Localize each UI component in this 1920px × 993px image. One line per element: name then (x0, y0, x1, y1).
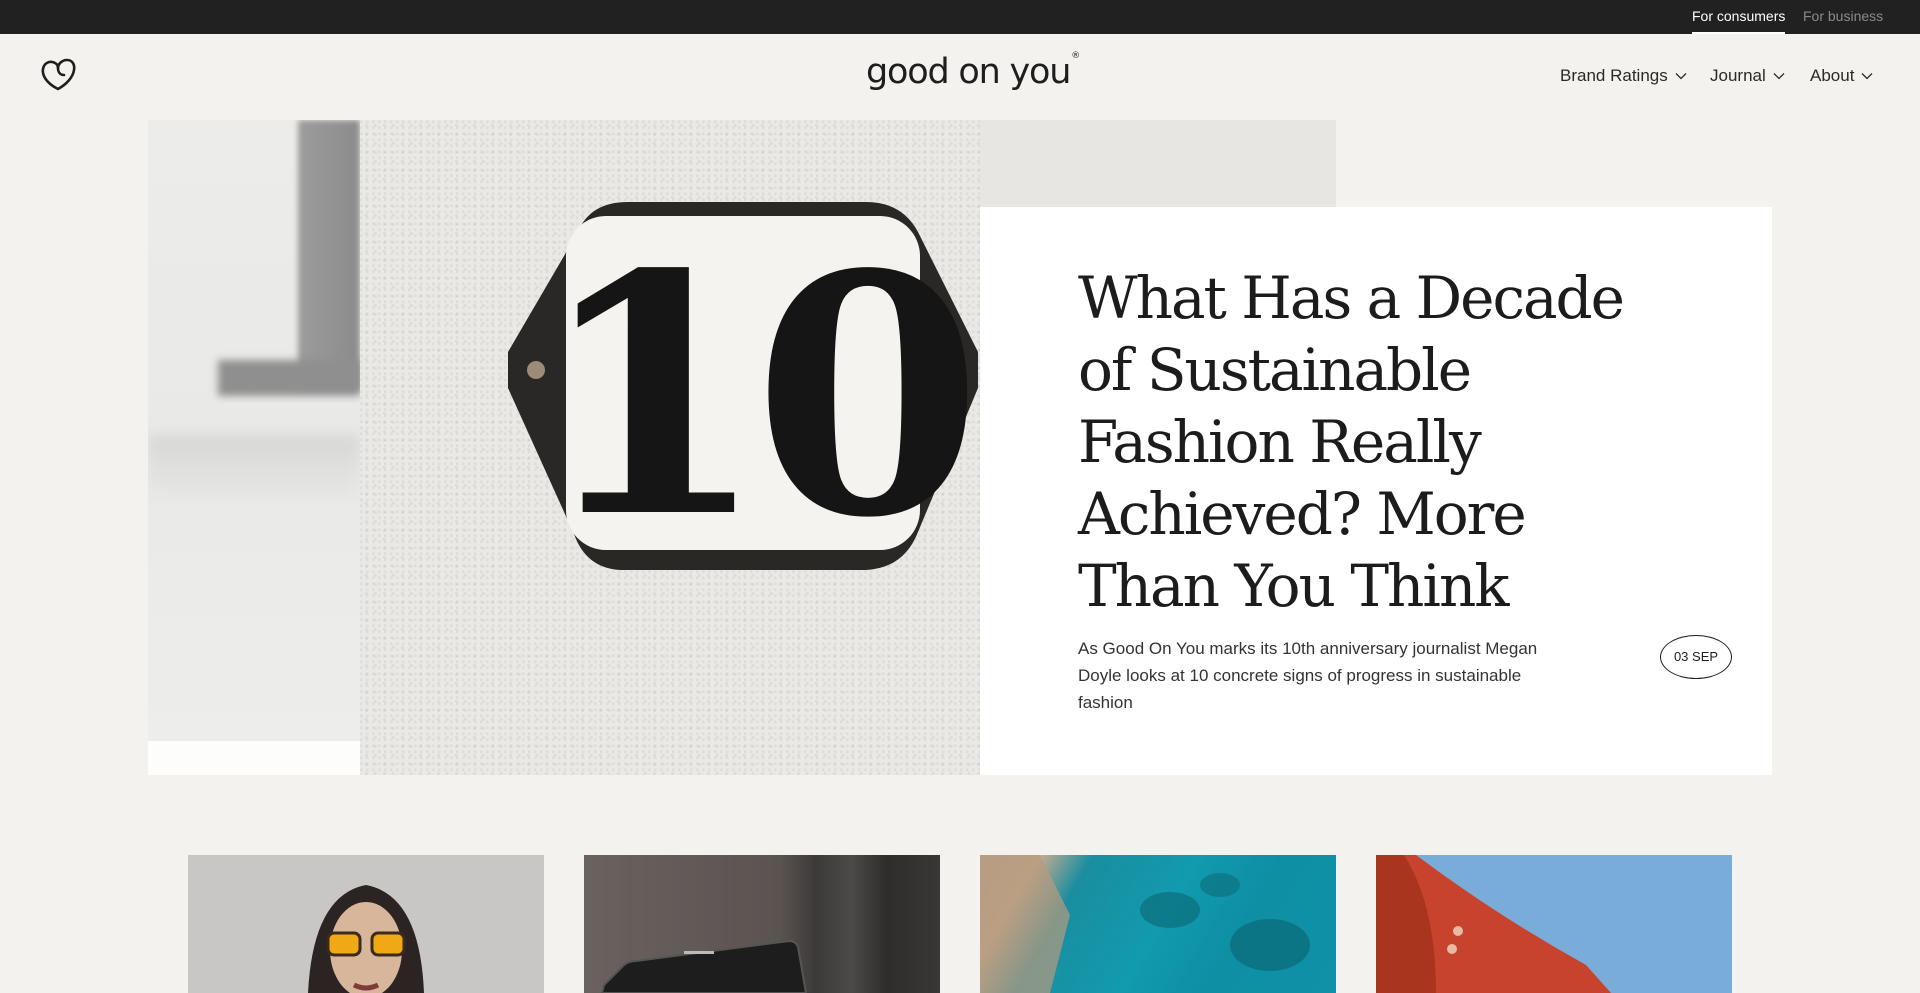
nav-brand-ratings[interactable]: Brand Ratings (1560, 66, 1687, 86)
brand-name: good on you (866, 52, 1071, 92)
hero-image[interactable]: 10 (360, 120, 980, 775)
featured-article-card[interactable]: What Has a Decade of Sustainable Fashion… (980, 207, 1772, 775)
article-tile-image[interactable] (980, 855, 1336, 993)
laptop-image (600, 939, 808, 993)
featured-article-title[interactable]: What Has a Decade of Sustainable Fashion… (1078, 262, 1638, 622)
for-business-tab[interactable]: For business (1803, 0, 1883, 34)
site-header: good on you® Brand Ratings Journal About (0, 34, 1920, 120)
for-consumers-tab[interactable]: For consumers (1692, 0, 1786, 34)
previous-slide-image[interactable] (148, 120, 360, 775)
hero-photo-edge (980, 120, 1336, 207)
nav-about[interactable]: About (1810, 66, 1873, 86)
nav-about-label: About (1810, 66, 1855, 85)
audience-bar: For consumers For business (0, 0, 1920, 34)
chevron-down-icon (1773, 73, 1785, 80)
article-tile-image[interactable] (188, 855, 544, 993)
article-date-badge: 03 SEP (1660, 635, 1732, 679)
coastline-image (980, 855, 1310, 993)
featured-article-excerpt: As Good On You marks its 10th anniversar… (1078, 639, 1538, 712)
number-plate-image: 10 (508, 202, 978, 590)
chevron-down-icon (1675, 73, 1687, 80)
chevron-down-icon (1861, 73, 1873, 80)
red-jacket-image (1376, 855, 1611, 993)
portrait-image (188, 855, 544, 993)
nav-journal[interactable]: Journal (1710, 66, 1785, 86)
nav-journal-label: Journal (1710, 66, 1766, 85)
article-tile-image[interactable] (1376, 855, 1732, 993)
brand-wordmark[interactable]: good on you® (866, 51, 1080, 92)
plate-number: 10 (537, 202, 969, 590)
article-tile-image[interactable] (584, 855, 940, 993)
heart-logo-icon[interactable] (40, 58, 76, 92)
nav-brand-ratings-label: Brand Ratings (1560, 66, 1668, 85)
brand-registered-mark: ® (1071, 51, 1080, 62)
